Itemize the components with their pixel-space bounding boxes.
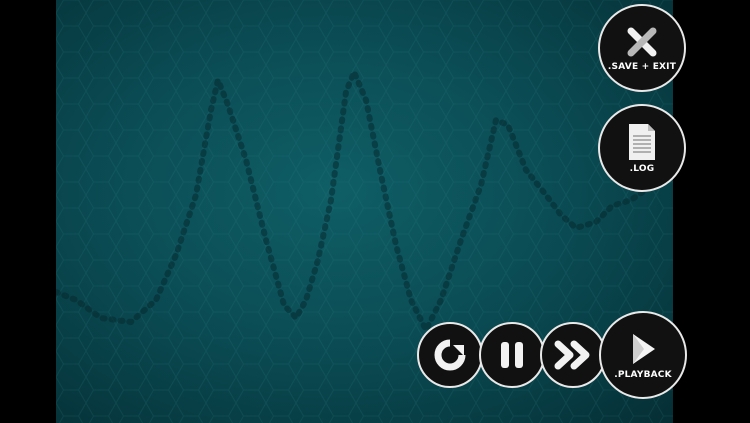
pause-icon bbox=[501, 342, 523, 368]
playback-button[interactable]: .PLAYBACK bbox=[599, 311, 687, 399]
restart-button[interactable] bbox=[417, 322, 483, 388]
close-x-icon bbox=[627, 27, 657, 56]
letterbox-left bbox=[0, 0, 56, 423]
pause-button[interactable] bbox=[479, 322, 545, 388]
restart-icon bbox=[434, 339, 466, 371]
fast-forward-icon bbox=[554, 340, 590, 370]
log-label: .LOG bbox=[629, 163, 655, 174]
play-icon bbox=[633, 333, 655, 364]
save-exit-label: .SAVE + EXIT bbox=[607, 61, 677, 72]
playback-label: .PLAYBACK bbox=[614, 369, 672, 380]
save-exit-button[interactable]: .SAVE + EXIT bbox=[598, 4, 686, 92]
document-icon bbox=[629, 123, 655, 160]
log-button[interactable]: .LOG bbox=[598, 104, 686, 192]
fast-forward-button[interactable] bbox=[540, 322, 606, 388]
